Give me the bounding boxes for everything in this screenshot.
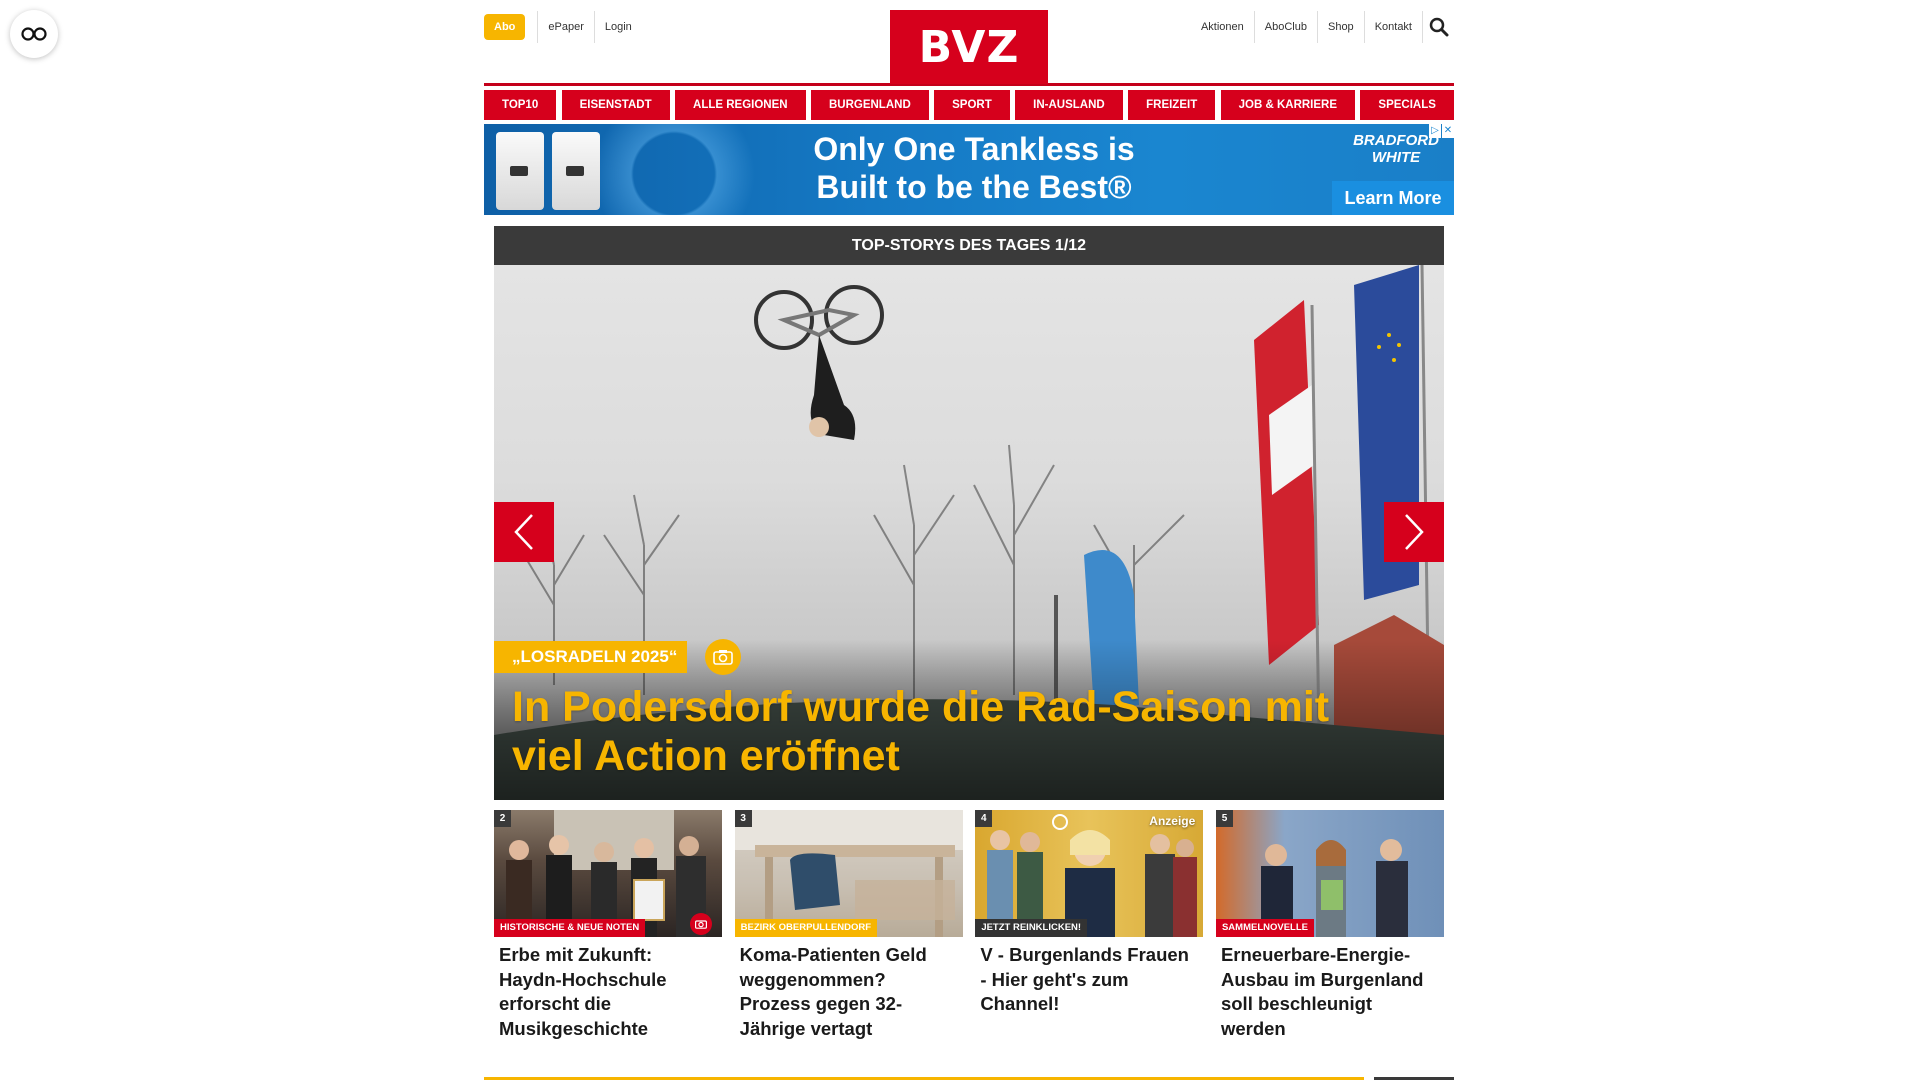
search-icon (1429, 17, 1448, 37)
story-card[interactable]: 5 SAMMELNOVELLE Erneuerbare-Energie-Ausb… (1215, 810, 1444, 1041)
nav-item-job-karriere[interactable]: JOB & KARRIERE (1220, 90, 1356, 120)
nav-item-top10[interactable]: TOP10 (484, 90, 557, 120)
abo-button[interactable]: Abo (484, 14, 526, 40)
nav-item-alle-regionen[interactable]: ALLE REGIONEN (675, 90, 806, 120)
ad-headline: Only One Tankless is Built to be the Bes… (764, 130, 1184, 206)
chevron-right-icon (1405, 514, 1424, 550)
camera-icon (713, 650, 734, 665)
hero-story[interactable]: „LOSRADELN 2025“ In Podersdorf wurde die… (494, 265, 1444, 800)
card-image: 3 BEZIRK OBERPULLENDORF (734, 810, 963, 937)
card-tag: JETZT REINKLICKEN! (975, 919, 1088, 937)
card-photo (506, 810, 706, 937)
carousel-prev-button[interactable] (494, 502, 554, 562)
card-image: 2 HISTORISCHE & NEUE NOTEN (494, 810, 722, 937)
card-gallery-badge (690, 913, 712, 935)
story-card[interactable]: 2 HISTORISCHE & NEUE NOTEN Erbe mit Zuku… (494, 810, 722, 1041)
ad-learn-more-button[interactable]: Learn More (1332, 181, 1454, 215)
shop-link[interactable]: Shop (1316, 11, 1364, 43)
ad-product-image (496, 132, 544, 210)
main-navigation: TOP10 EISENSTADT ALLE REGIONEN BURGENLAN… (484, 90, 1454, 120)
card-headline[interactable]: Erneuerbare-Energie-Ausbau im Burgenland… (1216, 937, 1444, 1041)
card-tag: SAMMELNOVELLE (1215, 919, 1314, 937)
card-photo (987, 814, 1198, 937)
site-header: Abo ePaper Login BVZ Aktionen AboClub Sh… (484, 0, 1454, 86)
story-cards: 2 HISTORISCHE & NEUE NOTEN Erbe mit Zuku… (494, 810, 1444, 1041)
top-stories-header: TOP-STORYS DES TAGES 1/12 (494, 226, 1444, 265)
ad-choices: ▷ ✕ (1428, 124, 1454, 138)
chevron-left-icon (514, 514, 533, 550)
accessibility-button[interactable] (10, 10, 58, 58)
card-headline[interactable]: V - Burgenlands Frauen - Hier geht's zum… (975, 937, 1203, 1017)
hero-kicker: „LOSRADELN 2025“ (494, 641, 688, 673)
card-number: 3 (734, 810, 752, 827)
page-container: Abo ePaper Login BVZ Aktionen AboClub Sh… (484, 0, 1454, 1039)
ad-close-icon[interactable]: ✕ (1442, 124, 1454, 138)
camera-icon (695, 920, 707, 929)
card-image: 5 SAMMELNOVELLE (1215, 810, 1444, 937)
aboclub-link[interactable]: AboClub (1253, 11, 1317, 43)
card-number: 5 (1215, 810, 1233, 827)
ad-headline-line: Built to be the Best® (816, 169, 1132, 205)
gallery-badge (705, 639, 742, 675)
site-logo[interactable]: BVZ (890, 10, 1048, 84)
card-tag: BEZIRK OBERPULLENDORF (734, 919, 878, 937)
hero-kicker-row: „LOSRADELN 2025“ (494, 639, 742, 675)
card-tag: HISTORISCHE & NEUE NOTEN (494, 919, 646, 937)
story-card[interactable]: 3 BEZIRK OBERPULLENDORF Koma-Patienten G… (734, 810, 963, 1041)
card-image: 4 Anzeige JETZT REINKLICKEN! (975, 810, 1204, 937)
carousel-next-button[interactable] (1384, 502, 1444, 562)
ad-headline-line: Only One Tankless is (813, 131, 1135, 167)
header-left-nav: Abo ePaper Login (484, 11, 642, 43)
card-photo (1260, 839, 1408, 937)
header-right-nav: Aktionen AboClub Shop Kontakt (1191, 11, 1454, 43)
nav-item-sport[interactable]: SPORT (934, 90, 1010, 120)
kontakt-link[interactable]: Kontakt (1363, 11, 1422, 43)
ad-banner[interactable]: Only One Tankless is Built to be the Bes… (484, 124, 1454, 215)
top-stories-carousel: TOP-STORYS DES TAGES 1/12 „LOSRADELN 202… (494, 226, 1444, 800)
search-button[interactable] (1422, 11, 1454, 43)
card-number: 4 (975, 810, 993, 827)
glasses-icon (21, 27, 47, 41)
nav-item-specials[interactable]: SPECIALS (1360, 90, 1454, 120)
ad-label: Anzeige (1149, 814, 1196, 828)
card-photo (734, 810, 963, 937)
aktionen-link[interactable]: Aktionen (1191, 11, 1254, 43)
ad-decoration (574, 124, 774, 215)
card-number: 2 (494, 810, 511, 827)
nav-item-in-ausland[interactable]: IN-AUSLAND (1015, 90, 1123, 120)
epaper-link[interactable]: ePaper (537, 11, 593, 43)
nav-item-eisenstadt[interactable]: EISENSTADT (561, 90, 670, 120)
story-card[interactable]: 4 Anzeige JETZT REINKLICKEN! V - Burgenl… (975, 810, 1204, 1041)
card-headline[interactable]: Erbe mit Zukunft: Haydn-Hochschule erfor… (494, 937, 722, 1041)
ad-product-image (552, 132, 600, 210)
card-headline[interactable]: Koma-Patienten Geld weggenommen? Prozess… (735, 937, 963, 1041)
login-link[interactable]: Login (593, 11, 642, 43)
ad-brand-line: WHITE (1371, 149, 1421, 166)
nav-item-freizeit[interactable]: FREIZEIT (1128, 90, 1216, 120)
hero-headline[interactable]: In Podersdorf wurde die Rad-Saison mit v… (512, 683, 1412, 781)
nav-item-burgenland[interactable]: BURGENLAND (810, 90, 929, 120)
adchoices-icon[interactable]: ▷ (1429, 124, 1441, 138)
